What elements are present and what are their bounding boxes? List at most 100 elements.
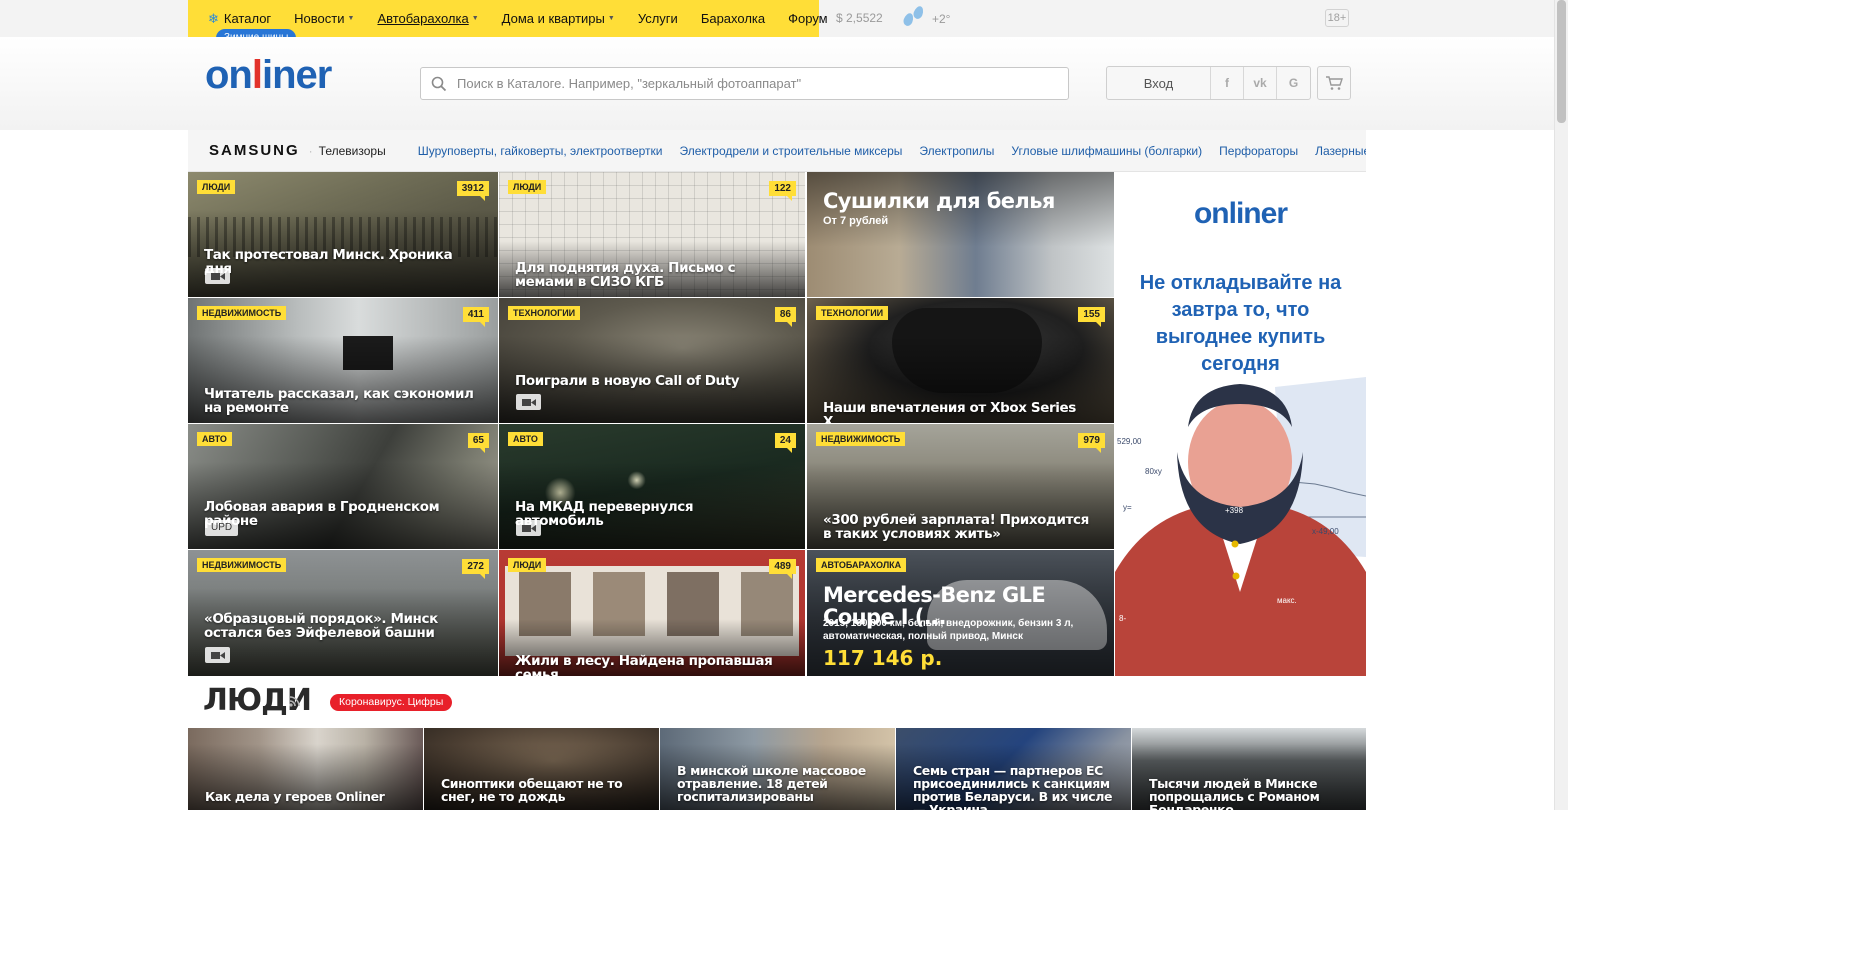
nav-autobaraholka[interactable]: Автобарахолка ▼ — [377, 11, 478, 26]
video-camera-icon — [516, 520, 541, 536]
tile-title[interactable]: В минской школе массовое отравление. 18 … — [677, 764, 877, 803]
search-input[interactable] — [457, 76, 1057, 91]
comments-count[interactable]: 155 — [1078, 307, 1105, 327]
google-login-icon[interactable]: G — [1277, 67, 1310, 99]
tile-rubric[interactable]: Авто — [197, 432, 232, 446]
news-tile[interactable]: Недвижимость 411 Читатель рассказал, как… — [188, 298, 498, 423]
nav-news[interactable]: Новости ▼ — [294, 11, 354, 26]
ad-banner[interactable]: onliner Не откладывайте на завтра то, чт… — [1115, 172, 1366, 676]
chevron-down-icon: ▼ — [607, 15, 615, 22]
news-tile[interactable]: Люди 122 Для поднятия духа. Письмо с мем… — [499, 172, 805, 297]
nav-forum[interactable]: Форум — [788, 11, 828, 26]
weather-widget[interactable]: +2° — [902, 4, 950, 28]
tile-title[interactable]: Для поднятия духа. Письмо с мемами в СИЗ… — [515, 261, 781, 289]
samsung-brand-logo[interactable]: SAMSUNG — [209, 142, 300, 159]
video-camera-icon — [205, 268, 230, 284]
comments-count[interactable]: 411 — [462, 307, 489, 327]
category-link[interactable]: Угловые шлифмашины (болгарки) — [1011, 144, 1202, 158]
category-link[interactable]: Перфораторы — [1219, 144, 1298, 158]
car-specs: 2015, 130 800 км, белый, внедорожник, бе… — [823, 618, 1074, 642]
comments-count[interactable]: 489 — [769, 559, 796, 579]
tile-title[interactable]: Синоптики обещают не то снег, не то дожд… — [441, 777, 641, 803]
tile-rubric[interactable]: Недвижимость — [816, 432, 906, 446]
nav-autobaraholka-label: Автобарахолка — [377, 11, 469, 26]
category-link[interactable]: Шуруповерты, гайковерты, электроотвертки — [418, 144, 663, 158]
tile-rubric[interactable]: Технологии — [508, 306, 581, 320]
tile-rubric[interactable]: Недвижимость — [197, 306, 287, 320]
people-tile[interactable]: В минской школе массовое отравление. 18 … — [660, 728, 895, 810]
tile-title[interactable]: Семь стран — партнеров ЕС присоединились… — [913, 764, 1113, 810]
nav-catalog[interactable]: ❄ Каталог — [208, 11, 271, 27]
search-icon — [421, 76, 457, 92]
news-tile[interactable]: Недвижимость 979 «300 рублей зарплата! П… — [807, 424, 1114, 549]
news-tile[interactable]: Люди 3912 Так протестовал Минск. Хроника… — [188, 172, 498, 297]
autobaraholka-tile[interactable]: Автобарахолка Mercedes-Benz GLE Coupe I … — [807, 550, 1114, 676]
comments-count[interactable]: 3912 — [456, 181, 489, 201]
tile-rubric[interactable]: Авто — [508, 432, 543, 446]
comments-count[interactable]: 272 — [462, 559, 489, 579]
nav-realty[interactable]: Дома и квартиры ▼ — [502, 11, 615, 26]
tile-rubric[interactable]: Люди — [508, 558, 547, 572]
covid-stats-badge[interactable]: Коронавирус. Цифры — [330, 694, 453, 711]
people-tile[interactable]: Тысячи людей в Минске попрощались с Рома… — [1132, 728, 1366, 810]
tile-rubric[interactable]: Люди — [508, 180, 547, 194]
nav-baraholka[interactable]: Барахолка — [701, 11, 765, 26]
login-button[interactable]: Вход — [1107, 67, 1211, 99]
rss-icon[interactable] — [289, 696, 300, 707]
promo-subtitle: От 7 рублей — [823, 215, 889, 227]
news-tile[interactable]: Недвижимость 272 «Образцовый порядок». М… — [188, 550, 498, 676]
search-box[interactable] — [420, 67, 1069, 100]
tile-rubric[interactable]: Технологии — [816, 306, 889, 320]
comments-count[interactable]: 65 — [467, 433, 489, 453]
tile-title[interactable]: Наши впечатления от Xbox Series X — [823, 401, 1090, 423]
tile-title[interactable]: Жили в лесу. Найдена пропавшая семья — [515, 654, 781, 676]
news-tile[interactable]: Технологии 86 Поиграли в новую Call of D… — [499, 298, 805, 423]
site-logo[interactable]: onliner — [205, 53, 332, 98]
car-price: 117 146 р. — [823, 646, 943, 670]
currency-rate[interactable]: $ 2,5522 — [836, 11, 883, 25]
tile-rubric[interactable]: Автобарахолка — [816, 558, 907, 572]
vk-login-icon[interactable]: vk — [1244, 67, 1277, 99]
comments-count[interactable]: 122 — [769, 181, 796, 201]
update-badge: UPD — [205, 520, 239, 536]
snowflake-icon: ❄ — [208, 10, 219, 26]
news-tile[interactable]: Технологии 155 Наши впечатления от Xbox … — [807, 298, 1114, 423]
logo-text-end: iner — [262, 53, 332, 97]
tile-title[interactable]: Так протестовал Минск. Хроника дня — [204, 248, 474, 276]
rain-icon — [902, 4, 928, 28]
comments-count[interactable]: 86 — [774, 307, 796, 327]
tile-title[interactable]: Читатель рассказал, как сэкономил на рем… — [204, 387, 474, 415]
facebook-login-icon[interactable]: f — [1211, 67, 1244, 99]
scrollbar-thumb[interactable] — [1557, 0, 1566, 123]
tile-title[interactable]: Поиграли в новую Call of Duty — [515, 374, 781, 388]
cart-button[interactable] — [1317, 66, 1351, 100]
comments-count[interactable]: 24 — [774, 433, 796, 453]
category-link[interactable]: Электропилы — [919, 144, 994, 158]
people-tile[interactable]: Синоптики обещают не то снег, не то дожд… — [424, 728, 659, 810]
tile-rubric[interactable]: Люди — [197, 180, 236, 194]
category-link[interactable]: Электродрели и строительные миксеры — [680, 144, 903, 158]
auth-panel: Вход f vk G — [1106, 66, 1311, 100]
ad-chart-label: у= — [1123, 503, 1132, 512]
news-tile[interactable]: Люди 489 Жили в лесу. Найдена пропавшая … — [499, 550, 805, 676]
nav-services[interactable]: Услуги — [638, 11, 678, 26]
news-tile[interactable]: Авто 65 Лобовая авария в Гродненском рай… — [188, 424, 498, 549]
tile-title[interactable]: «Образцовый порядок». Минск остался без … — [204, 612, 474, 640]
tile-title[interactable]: Лобовая авария в Гродненском районе — [204, 500, 474, 528]
nav-catalog-label: Каталог — [223, 11, 272, 26]
chevron-down-icon: ▼ — [471, 15, 479, 22]
category-link[interactable]: Лазерные нив — [1315, 144, 1366, 158]
comments-count[interactable]: 979 — [1078, 433, 1105, 453]
brand-category-link[interactable]: Телевизоры — [309, 144, 386, 158]
tile-rubric[interactable]: Недвижимость — [197, 558, 287, 572]
people-tile[interactable]: Семь стран — партнеров ЕС присоединились… — [896, 728, 1131, 810]
tile-title[interactable]: Как дела у героев Onliner — [205, 790, 405, 803]
ad-chart-label: 80ху — [1145, 467, 1162, 476]
tile-title[interactable]: На МКАД перевернулся автомобиль — [515, 500, 781, 528]
promo-tile[interactable]: Сушилки для белья От 7 рублей — [807, 172, 1114, 297]
nav-news-label: Новости — [294, 11, 345, 26]
tile-title[interactable]: «300 рублей зарплата! Приходится в таких… — [823, 513, 1090, 541]
news-tile[interactable]: Авто 24 На МКАД перевернулся автомобиль — [499, 424, 805, 549]
tile-title[interactable]: Тысячи людей в Минске попрощались с Рома… — [1149, 777, 1348, 810]
people-tile[interactable]: Как дела у героев Onliner — [188, 728, 423, 810]
